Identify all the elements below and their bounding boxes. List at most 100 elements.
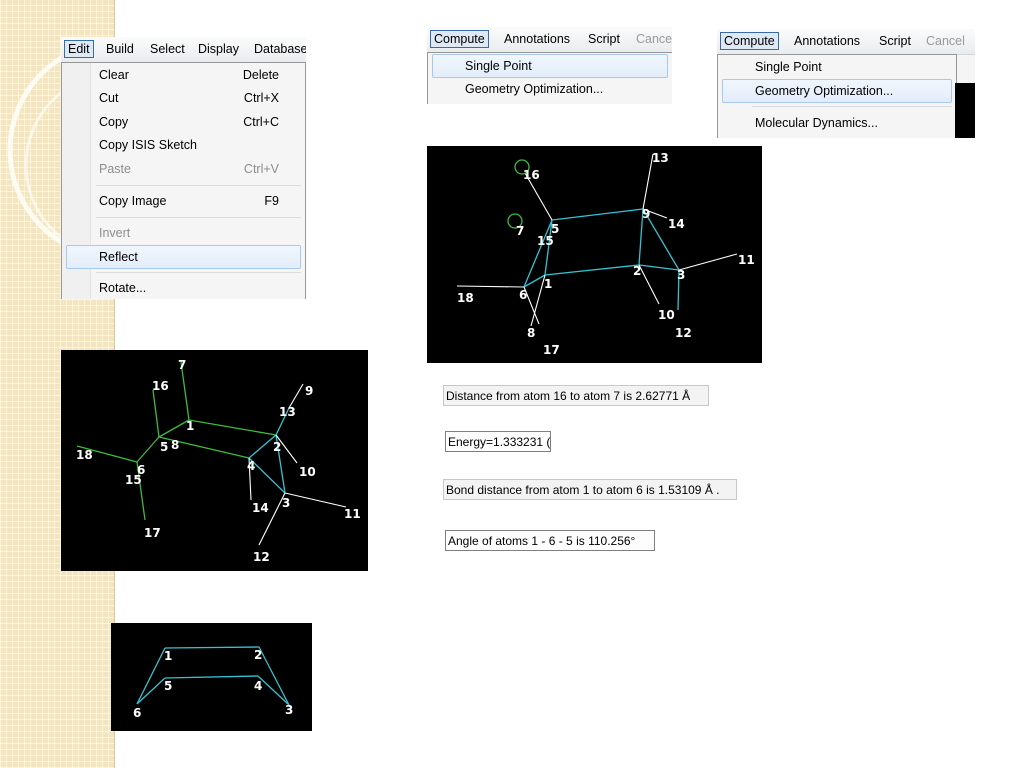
menu-item-shortcut: F9 xyxy=(264,194,279,208)
atom-label: 7 xyxy=(178,358,186,372)
menu-item-rotate[interactable]: Rotate... xyxy=(66,277,301,299)
menu-database[interactable]: Database xyxy=(251,41,306,57)
atom-label: 5 xyxy=(160,440,168,454)
atom-label: 16 xyxy=(523,168,540,182)
atom-label: 6 xyxy=(519,288,527,302)
atom-labels: 7 9 16 13 1 2 5 8 18 6 4 10 15 3 14 11 1… xyxy=(76,358,361,564)
atom-label: 17 xyxy=(144,526,161,540)
bond xyxy=(188,419,277,436)
distance-readout: Distance from atom 16 to atom 7 is 2.627… xyxy=(443,385,709,406)
menu-item-geometry-optimization[interactable]: Geometry Optimization... xyxy=(722,79,952,103)
molecule-canvas: 7 9 16 13 1 2 5 8 18 6 4 10 15 3 14 11 1… xyxy=(76,358,361,564)
atom-label: 11 xyxy=(738,253,755,267)
atom-label: 5 xyxy=(164,679,172,693)
menu-item-label: Paste xyxy=(99,162,131,176)
atom-label: 3 xyxy=(285,703,293,717)
hydrogen-bonds xyxy=(248,383,347,546)
edit-menu-screenshot: Edit Build Select Display Database Clear… xyxy=(61,37,306,299)
menu-item-paste[interactable]: Paste Ctrl+V xyxy=(66,158,301,180)
menu-item-reflect[interactable]: Reflect xyxy=(66,245,301,269)
atom-label: 13 xyxy=(279,405,296,419)
bond xyxy=(136,647,166,705)
menu-item-label: Invert xyxy=(99,226,131,240)
menu-display[interactable]: Display xyxy=(195,41,242,57)
bond xyxy=(136,677,166,705)
bond xyxy=(456,285,525,288)
carbon-bonds xyxy=(523,208,680,311)
molecule-canvas: 13 16 9 14 7 5 15 11 1 2 3 18 6 10 8 12 … xyxy=(456,151,755,357)
ring-view[interactable]: 1 2 5 4 6 3 xyxy=(111,623,312,731)
edit-dropdown: Clear Delete Cut Ctrl+X Copy Ctrl+C Copy… xyxy=(61,62,306,299)
menu-separator xyxy=(96,185,301,186)
menu-item-copy[interactable]: Copy Ctrl+C xyxy=(66,111,301,133)
atom-label: 14 xyxy=(252,501,269,515)
menu-script[interactable]: Script xyxy=(876,33,914,49)
menu-compute[interactable]: Compute xyxy=(430,30,489,48)
atom-label: 7 xyxy=(516,224,524,238)
menu-item-shortcut: Ctrl+X xyxy=(243,91,279,105)
menu-edit[interactable]: Edit xyxy=(64,40,94,58)
atom-label: 12 xyxy=(253,550,270,564)
atom-label: 2 xyxy=(273,440,281,454)
molecule-view-green[interactable]: 7 9 16 13 1 2 5 8 18 6 4 10 15 3 14 11 1… xyxy=(61,350,368,571)
atom-label: 18 xyxy=(457,291,474,305)
atom-labels: 1 2 5 4 6 3 xyxy=(133,648,293,720)
bond xyxy=(551,208,644,221)
bond xyxy=(164,675,259,679)
menu-item-geometry-optimization[interactable]: Geometry Optimization... xyxy=(432,78,668,100)
menu-item-clear[interactable]: Clear Delete xyxy=(66,64,301,86)
atom-label: 11 xyxy=(344,507,361,521)
menu-item-cut[interactable]: Cut Ctrl+X xyxy=(66,87,301,109)
menu-script[interactable]: Script xyxy=(585,31,623,47)
bond xyxy=(530,274,546,327)
menu-compute[interactable]: Compute xyxy=(720,32,779,50)
bond xyxy=(678,253,738,271)
menu-item-shortcut: Delete xyxy=(242,68,279,82)
compute-menu-screenshot-1: Compute Annotations Script Cance Single … xyxy=(427,27,672,104)
menu-annotations[interactable]: Annotations xyxy=(501,31,573,47)
atom-label: 14 xyxy=(668,217,685,231)
atom-label: 18 xyxy=(76,448,93,462)
atom-label: 3 xyxy=(677,268,685,282)
atom-label: 1 xyxy=(186,419,194,433)
hydrogen-bonds xyxy=(456,153,738,327)
atom-label: 2 xyxy=(633,264,641,278)
menu-cancel[interactable]: Cance xyxy=(633,31,672,47)
menu-item-copy-isis-sketch[interactable]: Copy ISIS Sketch xyxy=(66,134,301,156)
menubar: Compute Annotations Script Cancel xyxy=(717,29,975,55)
atom-label: 15 xyxy=(125,473,142,487)
menu-separator xyxy=(96,272,301,273)
atom-label: 8 xyxy=(171,438,179,452)
menu-separator xyxy=(752,106,952,107)
menu-item-molecular-dynamics[interactable]: Molecular Dynamics... xyxy=(722,112,952,134)
bond xyxy=(544,264,640,276)
bond xyxy=(152,389,160,438)
atom-label: 17 xyxy=(543,343,560,357)
atom-label: 10 xyxy=(658,308,675,322)
energy-readout: Energy=1.333231 ( xyxy=(445,431,551,452)
menubar: Compute Annotations Script Cance xyxy=(427,27,672,53)
menu-item-copy-image[interactable]: Copy Image F9 xyxy=(66,190,301,212)
menu-item-label: Geometry Optimization... xyxy=(755,84,894,98)
menu-item-label: Geometry Optimization... xyxy=(465,82,604,96)
menu-item-label: Copy xyxy=(99,115,129,129)
molecule-view-cyan[interactable]: 13 16 9 14 7 5 15 11 1 2 3 18 6 10 8 12 … xyxy=(427,146,762,363)
bond-distance-readout: Bond distance from atom 1 to atom 6 is 1… xyxy=(443,479,737,500)
menu-item-label: Cut xyxy=(99,91,119,105)
menu-item-single-point[interactable]: Single Point xyxy=(432,54,668,78)
menu-annotations[interactable]: Annotations xyxy=(791,33,863,49)
menu-select[interactable]: Select xyxy=(147,41,188,57)
menu-item-single-point[interactable]: Single Point xyxy=(722,56,952,78)
menu-item-label: Single Point xyxy=(755,60,822,74)
menu-item-invert[interactable]: Invert xyxy=(66,222,301,244)
bond xyxy=(638,264,660,305)
menu-cancel[interactable]: Cancel xyxy=(923,33,968,49)
menubar: Edit Build Select Display Database xyxy=(61,37,306,63)
bond xyxy=(638,264,680,271)
menu-item-label: Clear xyxy=(99,68,129,82)
canvas-edge xyxy=(955,83,975,138)
atom-label: 2 xyxy=(254,648,262,662)
bond xyxy=(257,675,290,706)
menu-build[interactable]: Build xyxy=(103,41,137,57)
bond xyxy=(164,646,260,649)
